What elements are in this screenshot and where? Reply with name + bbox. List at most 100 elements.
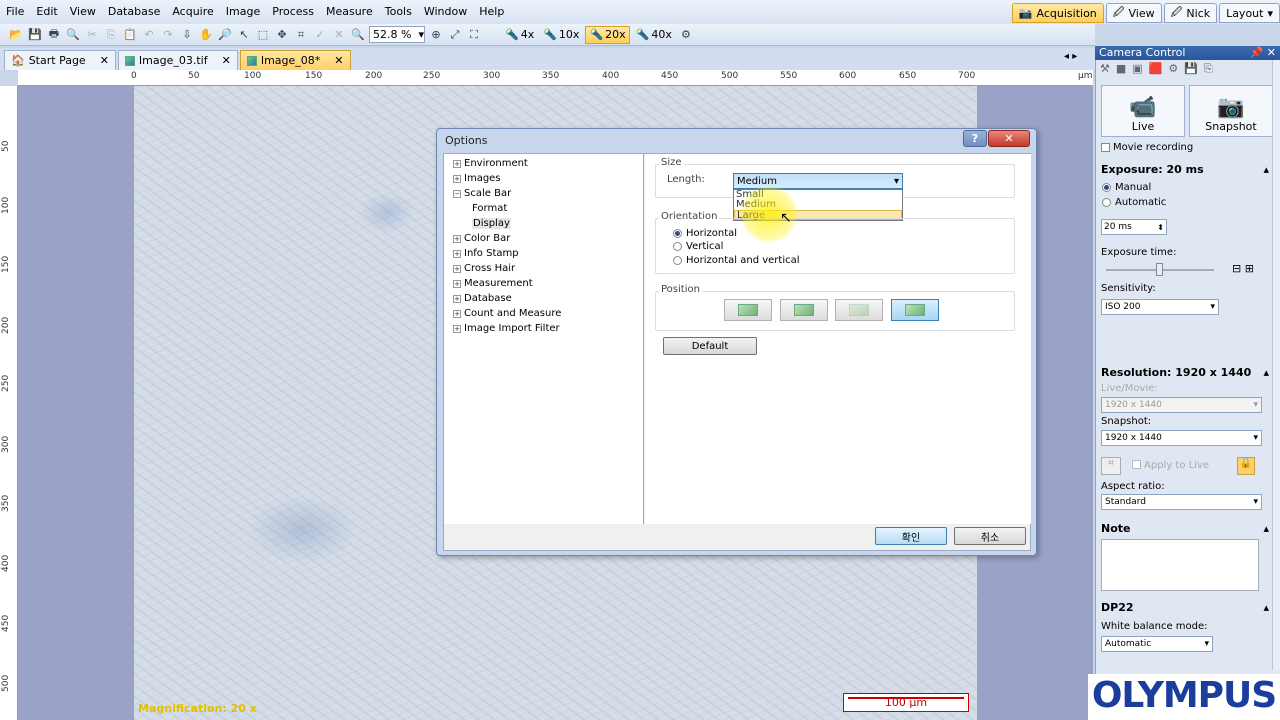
copy-icon[interactable]: ⎘: [1204, 62, 1213, 76]
ok-button[interactable]: 확인: [875, 527, 947, 545]
automatic-radio[interactable]: Automatic: [1102, 197, 1166, 208]
redo-icon[interactable]: ↷: [160, 27, 176, 43]
radio-horizontal-and-vertical[interactable]: Horizontal and vertical: [673, 255, 800, 266]
dp22-header[interactable]: DP22 ▴: [1101, 601, 1269, 614]
cancel-button[interactable]: 취소: [954, 527, 1026, 545]
tab-start-page[interactable]: 🏠 Start Page ✕: [4, 50, 116, 70]
paste-icon[interactable]: 📋: [122, 27, 138, 43]
crop-icon[interactable]: ⌗: [293, 27, 309, 43]
tab-image-03[interactable]: Image_03.tif ✕: [117, 50, 238, 70]
expand-icon[interactable]: +: [453, 279, 461, 288]
tree-item-image-import-filter[interactable]: + Image Import Filter: [453, 323, 560, 334]
tab-layout[interactable]: Layout ▾: [1219, 3, 1280, 23]
menu-acquire[interactable]: Acquire: [166, 0, 219, 24]
print-icon[interactable]: 🖶: [46, 27, 62, 43]
exposure-spinner[interactable]: 20 ms ⬍: [1101, 219, 1167, 235]
position-top-right-button[interactable]: [780, 299, 828, 321]
default-button[interactable]: Default: [663, 337, 757, 355]
copy-icon[interactable]: ⎘: [103, 27, 119, 43]
open-icon[interactable]: 📂: [8, 27, 24, 43]
zoom-icon[interactable]: 🔍: [350, 27, 366, 43]
menu-measure[interactable]: Measure: [320, 0, 379, 24]
radio-dot[interactable]: [1102, 198, 1111, 207]
color-icon[interactable]: 🟥: [1149, 62, 1163, 76]
objective-40x[interactable]: 🔦 40x: [633, 26, 675, 44]
menu-view[interactable]: View: [64, 0, 102, 24]
radio-dot[interactable]: [673, 229, 682, 238]
menu-file[interactable]: File: [0, 0, 30, 24]
settings-icon[interactable]: ⚙: [1168, 62, 1178, 76]
note-header[interactable]: Note ▴: [1101, 522, 1269, 535]
close-icon[interactable]: ✕: [100, 54, 109, 67]
tree-item-display[interactable]: Display: [472, 218, 511, 229]
print-preview-icon[interactable]: 🔍: [65, 27, 81, 43]
movie-recording-checkbox[interactable]: Movie recording: [1101, 142, 1193, 153]
fit-window-icon[interactable]: ⛶: [466, 27, 482, 43]
radio-dot[interactable]: [1102, 183, 1111, 192]
image-icon[interactable]: ▣: [1132, 62, 1142, 76]
tab-view[interactable]: 🖉 View: [1105, 3, 1162, 23]
collapse-icon[interactable]: −: [453, 189, 461, 198]
minus-plus-buttons[interactable]: ⊟ ⊞: [1232, 262, 1254, 275]
tab-image-08[interactable]: Image_08* ✕: [239, 50, 351, 70]
live-movie-select[interactable]: 1920 x 1440 ▾: [1101, 397, 1262, 413]
tree-item-scale-bar[interactable]: − Scale Bar: [453, 188, 511, 199]
sensitivity-select[interactable]: ISO 200 ▾: [1101, 299, 1219, 315]
expand-icon[interactable]: +: [453, 309, 461, 318]
help-button[interactable]: ?: [963, 130, 987, 147]
cut-icon[interactable]: ✂: [84, 27, 100, 43]
close-icon[interactable]: ✕: [222, 54, 231, 67]
position-bottom-left-button[interactable]: [835, 299, 883, 321]
note-textarea[interactable]: [1101, 539, 1259, 591]
apply-to-live-checkbox[interactable]: Apply to Live: [1132, 460, 1209, 471]
calibrate-icon[interactable]: ⚙: [678, 27, 694, 43]
radio-vertical[interactable]: Vertical: [673, 241, 723, 252]
magnifier-icon[interactable]: 🔎: [217, 27, 233, 43]
white-balance-select[interactable]: Automatic ▾: [1101, 636, 1213, 652]
spin-icon[interactable]: ⬍: [1157, 223, 1164, 232]
checkbox-box[interactable]: [1132, 460, 1141, 469]
pin-icon[interactable]: 📌 ✕: [1250, 46, 1280, 60]
expand-icon[interactable]: +: [453, 264, 461, 273]
radio-dot[interactable]: [673, 242, 682, 251]
exposure-header[interactable]: Exposure: 20 ms ▴: [1101, 163, 1269, 176]
objective-4x[interactable]: 🔦 4x: [502, 26, 537, 44]
menu-window[interactable]: Window: [418, 0, 473, 24]
position-bottom-right-button[interactable]: [891, 299, 939, 321]
tree-item-database[interactable]: + Database: [453, 293, 512, 304]
objective-10x[interactable]: 🔦 10x: [540, 26, 582, 44]
select-icon[interactable]: ✋: [198, 27, 214, 43]
expand-icon[interactable]: +: [453, 159, 461, 168]
snapshot-button[interactable]: 📷 Snapshot: [1189, 85, 1273, 137]
tab-acquisition[interactable]: 📷 Acquisition: [1011, 3, 1104, 23]
pointer-icon[interactable]: ↖: [236, 27, 252, 43]
check-icon[interactable]: ✓: [312, 27, 328, 43]
stop-icon[interactable]: ■: [1116, 62, 1126, 76]
save-icon[interactable]: 💾: [27, 27, 43, 43]
tree-item-measurement[interactable]: + Measurement: [453, 278, 533, 289]
tree-item-color-bar[interactable]: + Color Bar: [453, 233, 510, 244]
expand-icon[interactable]: +: [453, 234, 461, 243]
lock-icon[interactable]: 🔒: [1237, 457, 1255, 475]
tree-item-format[interactable]: Format: [472, 203, 507, 214]
cancel-icon[interactable]: ✕: [331, 27, 347, 43]
live-button[interactable]: 📹 Live: [1101, 85, 1185, 137]
zoom-in-icon[interactable]: ⊕: [428, 27, 444, 43]
position-top-left-button[interactable]: [724, 299, 772, 321]
close-button[interactable]: ✕: [988, 130, 1030, 147]
radio-dot[interactable]: [673, 256, 682, 265]
crop-icon[interactable]: ⌗: [1101, 457, 1121, 475]
save-icon[interactable]: 💾: [1184, 62, 1198, 76]
tree-item-images[interactable]: + Images: [453, 173, 501, 184]
resolution-header[interactable]: Resolution: 1920 x 1440 ▴: [1101, 366, 1269, 379]
rect-select-icon[interactable]: ⬚: [255, 27, 271, 43]
collapse-icon[interactable]: ▴: [1263, 522, 1269, 535]
expand-icon[interactable]: +: [453, 324, 461, 333]
aspect-select[interactable]: Standard ▾: [1101, 494, 1262, 510]
menu-edit[interactable]: Edit: [30, 0, 63, 24]
tree-item-cross-hair[interactable]: + Cross Hair: [453, 263, 515, 274]
collapse-icon[interactable]: ▴: [1263, 163, 1269, 176]
tool-icon[interactable]: ⚒: [1100, 62, 1110, 76]
expand-icon[interactable]: +: [453, 294, 461, 303]
tab-scroll-arrows[interactable]: ◂ ▸: [1064, 51, 1077, 62]
